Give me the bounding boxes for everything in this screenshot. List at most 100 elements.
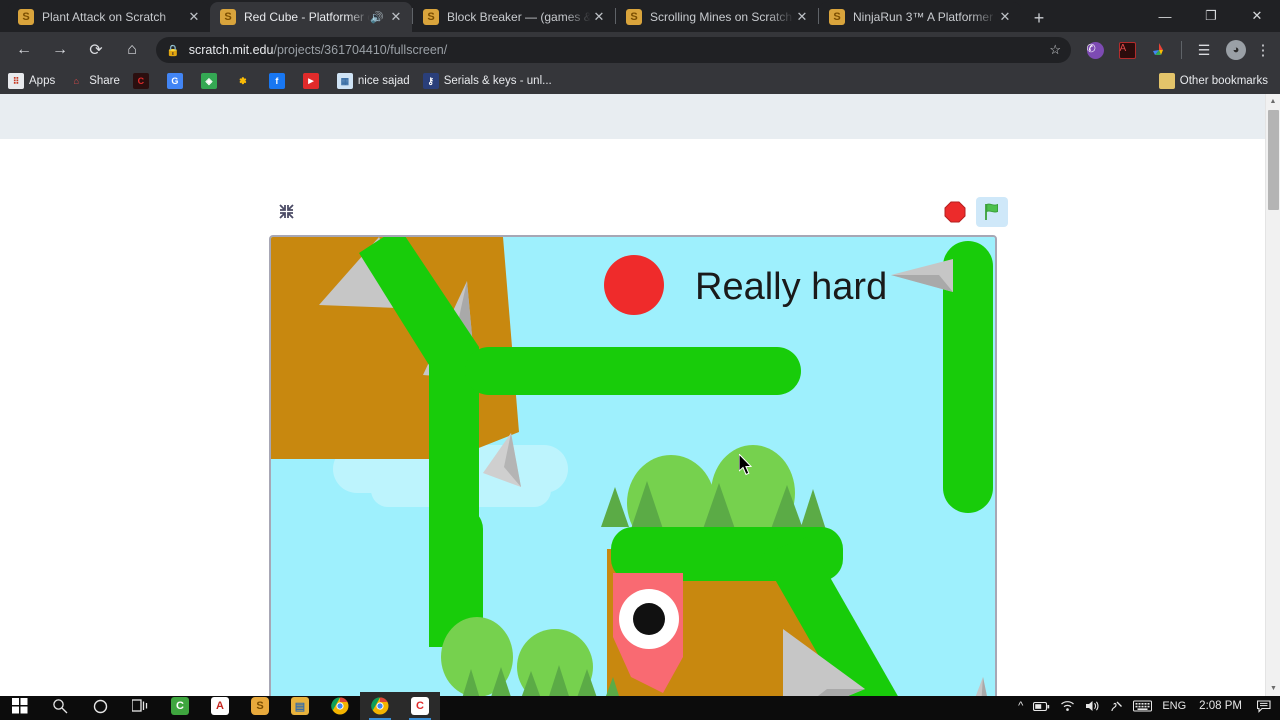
adobe-acrobat-taskbar-icon[interactable]: A — [200, 692, 240, 720]
tab-title: Scrolling Mines on Scratch — [650, 10, 793, 24]
volume-icon[interactable] — [1085, 700, 1100, 712]
minimize-button[interactable]: — — [1142, 0, 1188, 32]
start-button[interactable] — [0, 692, 40, 720]
language-indicator[interactable]: ENG — [1162, 700, 1186, 712]
chrome-taskbar-icon[interactable] — [320, 692, 360, 720]
exit-fullscreen-button[interactable] — [270, 196, 303, 227]
notification-icon[interactable] — [1257, 699, 1272, 713]
scrollbar-up-arrow-icon[interactable]: ▲ — [1266, 94, 1280, 109]
bookmark-share[interactable]: ⌂ Share — [68, 73, 120, 89]
window-icon: ▦ — [336, 73, 353, 89]
clock[interactable]: 2:08 PM — [1199, 700, 1242, 712]
exit-fullscreen-icon — [279, 204, 294, 219]
acrobat-glyph: A — [211, 697, 229, 715]
facebook-icon: f — [268, 73, 285, 89]
chrome-window-taskbar-icon[interactable] — [360, 692, 400, 720]
google-drive-extension-icon[interactable] — [1146, 37, 1172, 63]
action-center-glyph — [1257, 699, 1271, 713]
search-icon — [53, 699, 68, 714]
cortana-button[interactable] — [80, 692, 120, 720]
adobe-acrobat-extension-icon[interactable]: A — [1114, 37, 1140, 63]
profile-avatar-icon[interactable]: ◕ — [1223, 37, 1249, 63]
chrome-logo-icon — [331, 697, 349, 715]
bookmark-nice-sajad[interactable]: ▦ nice sajad — [336, 73, 410, 89]
tab-title: Red Cube - Platformer on S — [244, 10, 370, 24]
bookmark-label: Apps — [29, 75, 56, 87]
keyboard-icon[interactable] — [1133, 700, 1153, 712]
close-window-button[interactable]: ✕ — [1234, 0, 1280, 32]
bookmark-c-red[interactable]: C — [132, 73, 154, 89]
youtube-icon: ▶ — [302, 73, 319, 89]
stop-button[interactable] — [940, 197, 970, 227]
page-content: Really hard ▲ ▼ — [0, 94, 1280, 696]
reading-list-icon[interactable]: ☰ — [1191, 37, 1217, 63]
chrome-logo-icon — [371, 697, 389, 715]
browser-tab-2[interactable]: S Block Breaker — (games & art) ✕ — [413, 2, 615, 32]
show-hidden-icons-chevron-icon[interactable]: ^ — [1018, 700, 1023, 712]
bookmark-google-maps[interactable]: ◈ — [200, 73, 222, 89]
wifi-glyph — [1061, 701, 1075, 711]
platform-horizontal — [465, 347, 801, 395]
bookmark-apps[interactable]: ⠿ Apps — [8, 73, 55, 89]
google-photos-icon: ✽ — [239, 75, 247, 86]
volume-glyph — [1086, 701, 1099, 711]
tab-close-icon[interactable]: ✕ — [997, 9, 1013, 25]
tab-close-icon[interactable]: ✕ — [794, 9, 810, 25]
page-scrollbar[interactable]: ▲ ▼ — [1265, 94, 1280, 696]
bookmarks-bar: ⠿ Apps ⌂ Share C G ◈ ✽ f ▶ ▦ nice sajad — [0, 68, 1280, 94]
share-icon: ⌂ — [73, 76, 79, 86]
tab-audio-icon[interactable]: 🔊 — [370, 11, 384, 24]
google-maps-icon: ◈ — [200, 73, 217, 89]
bookmark-star-icon[interactable]: ☆ — [1049, 42, 1061, 58]
maximize-button[interactable]: ❐ — [1188, 0, 1234, 32]
browser-tab-0[interactable]: S Plant Attack on Scratch ✕ — [8, 2, 210, 32]
new-tab-button[interactable]: + — [1025, 4, 1053, 32]
scrollbar-thumb[interactable] — [1268, 110, 1279, 210]
camtasia-recorder-taskbar-icon[interactable]: C — [400, 692, 440, 720]
scrollbar-down-arrow-icon[interactable]: ▼ — [1266, 681, 1280, 696]
task-view-button[interactable] — [120, 692, 160, 720]
camtasia-taskbar-icon[interactable]: C — [160, 692, 200, 720]
tab-title: Plant Attack on Scratch — [42, 10, 167, 24]
chrome-menu-icon[interactable]: ⋮ — [1252, 41, 1274, 59]
tab-close-icon[interactable]: ✕ — [591, 9, 607, 25]
address-bar[interactable]: 🔒 scratch.mit.edu /projects/361704410/fu… — [156, 37, 1071, 63]
back-button[interactable]: ← — [9, 35, 39, 65]
tab-close-icon[interactable]: ✕ — [388, 9, 404, 25]
bookmark-serials-keys[interactable]: ⚷ Serials & keys - unl... — [422, 73, 552, 89]
bookmark-google-docs[interactable]: G — [166, 73, 188, 89]
browser-tab-4[interactable]: S NinjaRun 3™ A Platformer on S ✕ — [819, 2, 1021, 32]
bookmark-google-photos[interactable]: ✽ — [235, 73, 256, 89]
wifi-icon[interactable] — [1060, 700, 1075, 712]
browser-tab-3[interactable]: S Scrolling Mines on Scratch ✕ — [616, 2, 818, 32]
tab-strip: S Plant Attack on Scratch ✕ S Red Cube -… — [0, 0, 1280, 32]
search-button[interactable] — [40, 692, 80, 720]
scratch-favicon-icon: S — [423, 9, 439, 25]
bookmark-facebook[interactable]: f — [268, 73, 290, 89]
forward-button[interactable]: → — [45, 35, 75, 65]
pen-glyph — [1111, 701, 1123, 711]
camtasia-recorder-glyph: C — [411, 697, 429, 715]
home-button[interactable]: ⌂ — [117, 35, 147, 65]
green-flag-button[interactable] — [976, 197, 1008, 227]
browser-tab-1[interactable]: S Red Cube - Platformer on S 🔊 ✕ — [210, 2, 412, 32]
pen-icon[interactable] — [1110, 700, 1123, 713]
tab-title: Block Breaker — (games & art) — [447, 10, 591, 24]
c-red-icon: C — [132, 73, 149, 89]
scratch-favicon-icon: S — [626, 9, 642, 25]
scratch-taskbar-icon[interactable]: S — [240, 692, 280, 720]
other-bookmarks-label: Other bookmarks — [1179, 75, 1268, 87]
viber-extension-icon[interactable]: ✆ — [1082, 37, 1108, 63]
stop-sign-icon — [944, 201, 966, 223]
window-controls: — ❐ ✕ — [1142, 0, 1280, 32]
scratch-stage[interactable]: Really hard — [269, 235, 997, 696]
drive-glyph — [1153, 43, 1163, 55]
url-host: scratch.mit.edu — [188, 43, 274, 57]
battery-icon[interactable] — [1033, 701, 1050, 712]
bookmark-youtube[interactable]: ▶ — [302, 73, 324, 89]
tab-close-icon[interactable]: ✕ — [186, 9, 202, 25]
other-bookmarks-folder[interactable]: Other bookmarks — [1158, 73, 1268, 89]
reload-button[interactable]: ⟳ — [81, 35, 111, 65]
file-explorer-taskbar-icon[interactable]: ▤ — [280, 692, 320, 720]
apps-grid-icon: ⠿ — [8, 73, 24, 89]
